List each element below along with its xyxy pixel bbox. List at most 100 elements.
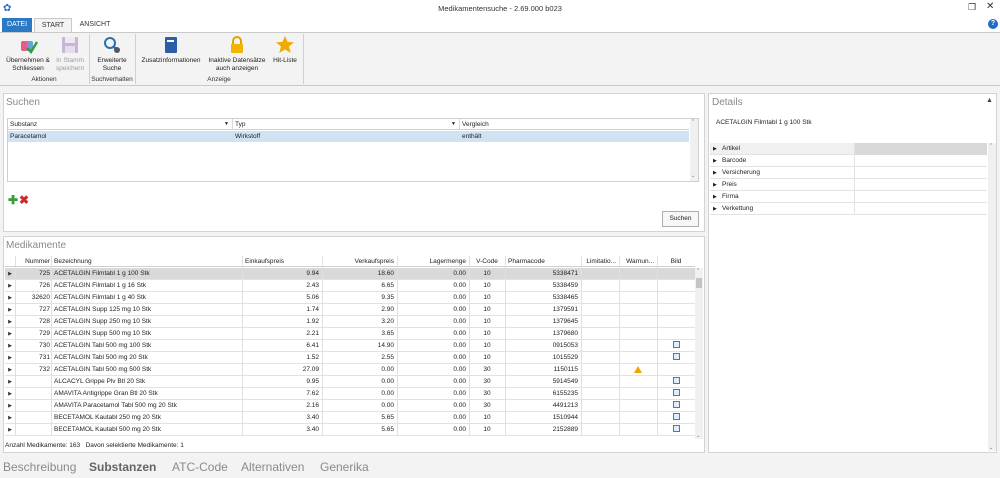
image-icon[interactable] xyxy=(672,413,680,421)
details-row[interactable]: ▶ Barcode xyxy=(710,155,987,167)
column-header-bild[interactable]: Bild xyxy=(657,256,695,268)
details-row[interactable]: ▶ Versicherung xyxy=(710,167,987,179)
zusatzinformationen-button[interactable]: Zusatzinformationen xyxy=(137,35,205,65)
row-expander-icon[interactable]: ▶ xyxy=(5,328,15,340)
details-row[interactable]: ▶ Firma xyxy=(710,191,987,203)
scroll-down-icon[interactable]: ⌄ xyxy=(691,173,695,179)
scroll-thumb[interactable] xyxy=(696,278,702,288)
details-row[interactable]: ▶ Artikel xyxy=(710,143,987,155)
uebernehmen-schliessen-button[interactable]: Übernehmen & Schliessen xyxy=(1,35,55,72)
row-expander-icon[interactable]: ▶ xyxy=(5,364,15,376)
expander-icon[interactable]: ▶ xyxy=(713,167,717,179)
table-row[interactable]: ▶ 728 ACETALGIN Supp 250 mg 10 Stk 1.92 3.20… xyxy=(5,316,695,328)
cell-limitatio xyxy=(581,400,619,412)
tab-alternativen[interactable]: Alternativen xyxy=(241,460,304,474)
table-row[interactable]: ▶ 726 ACETALGIN Filmtabl 1 g 16 Stk 2.43 6.6… xyxy=(5,280,695,292)
column-header-pharmacode[interactable]: Pharmacode xyxy=(505,256,581,268)
column-header-lagermenge[interactable]: Lagermenge xyxy=(397,256,469,268)
image-icon[interactable] xyxy=(672,341,680,349)
column-header-nummer[interactable]: Nummer xyxy=(15,256,53,268)
inaktive-datensaetze-button[interactable]: Inaktive Datensätze auch anzeigen xyxy=(205,35,269,72)
details-row[interactable]: ▶ Verkettung xyxy=(710,203,987,215)
image-icon[interactable] xyxy=(672,377,680,385)
row-expander-icon[interactable]: ▶ xyxy=(5,340,15,352)
column-header-vergleich[interactable]: Vergleich xyxy=(460,119,689,130)
expander-icon[interactable]: ▶ xyxy=(713,155,717,167)
row-expander-icon[interactable]: ▶ xyxy=(5,268,15,280)
table-row[interactable]: ▶ BECETAMOL Kautabl 500 mg 20 Stk 3.40 5.65… xyxy=(5,424,695,436)
suchen-scrollbar[interactable]: ⌃ ⌄ xyxy=(690,119,698,181)
row-expander-icon[interactable]: ▶ xyxy=(5,400,15,412)
column-header-vcode[interactable]: V-Code xyxy=(469,256,505,268)
scroll-down-icon[interactable]: ⌄ xyxy=(989,445,993,451)
tab-ansicht[interactable]: ANSICHT xyxy=(74,18,116,32)
row-expander-icon[interactable]: ▶ xyxy=(5,388,15,400)
tab-datei[interactable]: DATEI xyxy=(2,18,32,32)
row-expander-icon[interactable]: ▶ xyxy=(5,280,15,292)
expander-icon[interactable]: ▶ xyxy=(713,143,717,155)
table-row[interactable]: ▶ 729 ACETALGIN Supp 500 mg 10 Stk 2.21 3.65… xyxy=(5,328,695,340)
table-row[interactable]: ▶ 725 ACETALGIN Filmtabl 1 g 100 Stk 9.94 18… xyxy=(5,268,695,280)
chevron-down-icon[interactable]: ▼ xyxy=(451,119,456,130)
image-icon[interactable] xyxy=(672,389,680,397)
close-icon[interactable]: ✕ xyxy=(986,1,994,12)
help-icon[interactable]: ? xyxy=(988,19,998,29)
row-expander-icon[interactable]: ▶ xyxy=(5,352,15,364)
suchen-cell-substanz[interactable]: Paracetamol xyxy=(8,131,233,142)
maximize-icon[interactable]: ❐ xyxy=(968,2,976,13)
row-expander-icon[interactable]: ▶ xyxy=(5,292,15,304)
row-expander-icon[interactable]: ▶ xyxy=(5,376,15,388)
table-row[interactable]: ▶ 732 ACETALGIN Tabl 500 mg 500 Stk 27.09 0.… xyxy=(5,364,695,376)
details-row[interactable]: ▶ Preis xyxy=(710,179,987,191)
expander-icon[interactable]: ▶ xyxy=(713,203,717,215)
erweiterte-suche-button[interactable]: Erweiterte Suche xyxy=(92,35,132,72)
table-row[interactable]: ▶ 730 ACETALGIN Tabl 500 mg 100 Stk 6.41 14.… xyxy=(5,340,695,352)
scroll-up-icon[interactable]: ⌃ xyxy=(989,143,993,149)
column-header-einkaufspreis[interactable]: Einkaufspreis xyxy=(242,256,322,268)
table-row[interactable]: ▶ 731 ACETALGIN Tabl 500 mg 20 Stk 1.52 2.55… xyxy=(5,352,695,364)
column-header-bezeichnung[interactable]: Bezeichnung xyxy=(51,256,243,268)
table-row[interactable]: ▶ 727 ACETALGIN Supp 125 mg 10 Stk 1.74 2.90… xyxy=(5,304,695,316)
tab-substanzen[interactable]: Substanzen xyxy=(89,460,156,474)
column-header-verkaufspreis[interactable]: Verkaufspreis xyxy=(322,256,397,268)
expander-icon[interactable]: ▶ xyxy=(713,179,717,191)
pin-icon[interactable]: ▲ xyxy=(986,97,993,104)
suchen-cell-vergleich[interactable]: enthält xyxy=(460,131,689,142)
cell-warnung xyxy=(619,364,657,376)
hit-liste-button[interactable]: Hit-Liste xyxy=(269,35,301,65)
table-row[interactable]: ▶ ALCACYL Grippe Plv Btl 20 Stk 9.95 0.00 0.… xyxy=(5,376,695,388)
table-row[interactable]: ▶ BECETAMOL Kautabl 250 mg 20 Stk 3.40 5.65… xyxy=(5,412,695,424)
tab-beschreibung[interactable]: Beschreibung xyxy=(3,460,76,474)
in-stamm-speichern-button[interactable]: In Stamm speichern xyxy=(53,35,87,72)
details-scrollbar[interactable]: ⌃ ⌄ xyxy=(988,143,996,451)
row-expander-icon[interactable]: ▶ xyxy=(5,316,15,328)
tab-start[interactable]: START xyxy=(34,18,72,32)
row-expander-icon[interactable]: ▶ xyxy=(5,424,15,436)
column-header-substanz[interactable]: Substanz ▼ xyxy=(8,119,233,130)
column-header-warnung[interactable]: Warnun... xyxy=(619,256,657,268)
image-icon[interactable] xyxy=(672,353,680,361)
suchen-cell-typ[interactable]: Wirkstoff xyxy=(233,131,460,142)
remove-icon[interactable]: ✖ xyxy=(19,193,29,207)
image-icon[interactable] xyxy=(672,401,680,409)
scroll-up-icon[interactable]: ⌃ xyxy=(696,268,700,274)
tab-atc-code[interactable]: ATC-Code xyxy=(172,460,228,474)
suchen-button[interactable]: Suchen xyxy=(662,211,699,227)
expander-icon[interactable]: ▶ xyxy=(713,191,717,203)
tab-generika[interactable]: Generika xyxy=(320,460,369,474)
column-header-typ[interactable]: Typ ▼ xyxy=(233,119,460,130)
table-row[interactable]: ▶ AMAVITA Antigrippe Gran Btl 20 Stk 7.62 0… xyxy=(5,388,695,400)
scroll-down-icon[interactable]: ⌄ xyxy=(696,433,700,439)
table-row[interactable]: ▶ 32620 ACETALGIN Filmtabl 1 g 40 Stk 5.06 9… xyxy=(5,292,695,304)
table-row[interactable]: ▶ AMAVITA Paracetamol Tabl 500 mg 20 Stk 2… xyxy=(5,400,695,412)
image-icon[interactable] xyxy=(672,425,680,433)
column-header-limitatio[interactable]: Limitatio... xyxy=(581,256,619,268)
row-expander-icon[interactable]: ▶ xyxy=(5,304,15,316)
book-icon xyxy=(165,37,177,53)
scroll-up-icon[interactable]: ⌃ xyxy=(691,119,695,125)
row-expander-icon[interactable]: ▶ xyxy=(5,412,15,424)
chevron-down-icon[interactable]: ▼ xyxy=(224,119,229,130)
suchen-row[interactable]: Paracetamol Wirkstoff enthält xyxy=(8,131,689,142)
medikamente-scrollbar[interactable]: ⌃ ⌄ xyxy=(695,268,703,439)
add-icon[interactable]: ✚ xyxy=(8,193,18,207)
